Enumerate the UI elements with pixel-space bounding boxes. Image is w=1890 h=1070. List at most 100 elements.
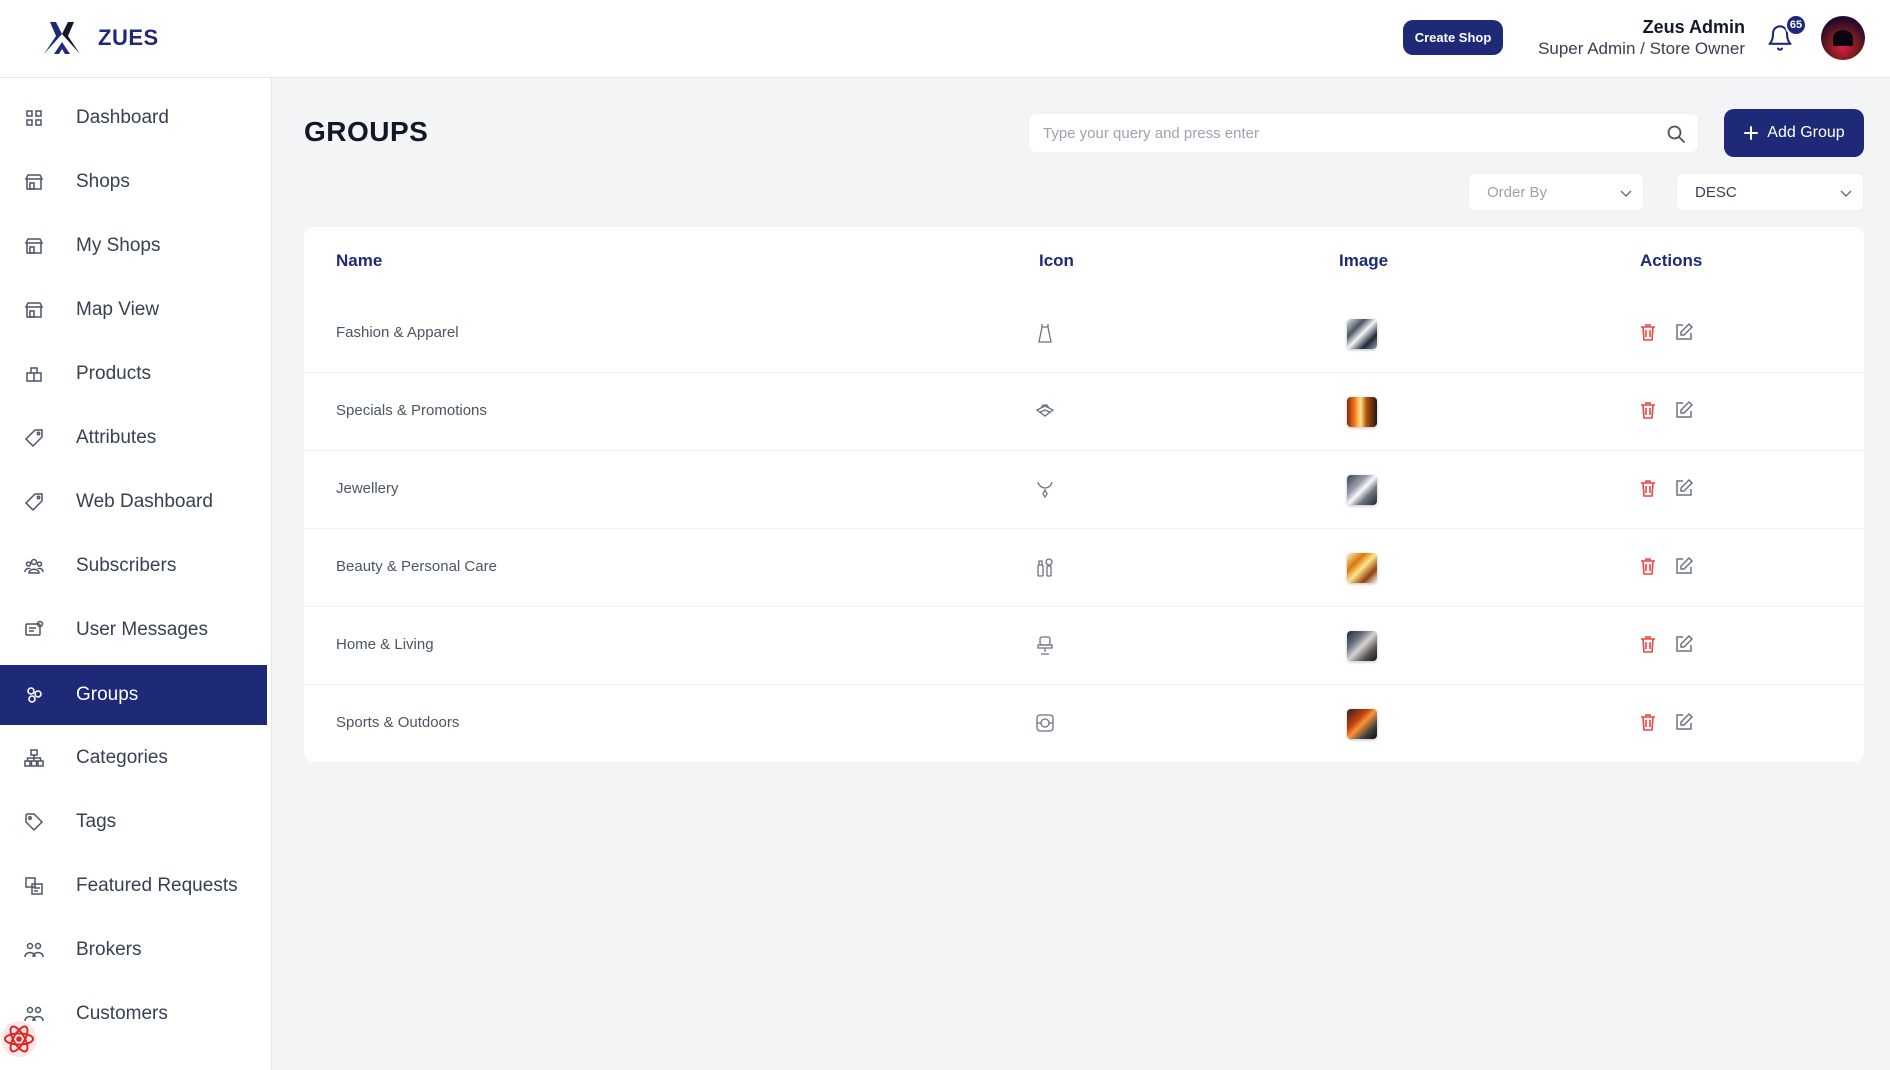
sidebar-item-label: Attributes: [76, 427, 157, 448]
logo[interactable]: ZUES: [40, 16, 159, 60]
groups-table: Name Icon Image Actions Fashion & Appare…: [304, 227, 1864, 762]
sidebar-item-label: User Messages: [76, 619, 208, 640]
groups-icon: [27, 687, 42, 703]
sidebar-item-label: Web Dashboard: [76, 491, 213, 512]
user-info[interactable]: Zeus Admin Super Admin / Store Owner: [1538, 16, 1745, 60]
column-header-name[interactable]: Name: [336, 251, 382, 271]
sidebar-item-categories[interactable]: Categories: [0, 728, 267, 788]
sidebar-item-products[interactable]: Products: [0, 344, 267, 404]
dress-icon: [1038, 324, 1052, 343]
order-direction-value: DESC: [1695, 184, 1737, 201]
sidebar-item-groups[interactable]: Groups: [0, 665, 267, 725]
sidebar-item-my-shops[interactable]: My Shops: [0, 216, 267, 276]
trash-icon[interactable]: [1638, 478, 1658, 498]
user-name: Zeus Admin: [1642, 17, 1745, 37]
chevron-down-icon: [1620, 190, 1632, 198]
hierarchy-icon: [24, 749, 44, 767]
sidebar-item-customers[interactable]: Customers: [0, 984, 267, 1044]
zues-logo-icon: [44, 22, 80, 54]
brand-name: ZUES: [98, 25, 159, 50]
table-row: Home & Living: [304, 607, 1864, 685]
column-header-image[interactable]: Image: [1339, 251, 1388, 271]
table-row: Jewellery: [304, 451, 1864, 529]
necklace-icon: [1037, 481, 1053, 499]
group-name: Fashion & Apparel: [336, 324, 459, 341]
user-role: Super Admin / Store Owner: [1538, 39, 1745, 58]
tag-icon: [24, 429, 43, 448]
sidebar-item-web-dashboard[interactable]: Web Dashboard: [0, 472, 267, 532]
group-image[interactable]: [1347, 631, 1377, 661]
search-box: [1028, 113, 1699, 153]
sidebar-item-label: Brokers: [76, 939, 142, 960]
group-image[interactable]: [1347, 319, 1377, 349]
sidebar-item-label: Customers: [76, 1003, 168, 1024]
trash-icon[interactable]: [1638, 634, 1658, 654]
group-name: Specials & Promotions: [336, 402, 487, 419]
notification-badge: 65: [1785, 14, 1807, 36]
sidebar-item-featured-requests[interactable]: Featured Requests: [0, 856, 267, 916]
sidebar-item-map-view[interactable]: Map View: [0, 280, 267, 340]
create-shop-button[interactable]: Create Shop: [1403, 20, 1503, 55]
table-row: Fashion & Apparel: [304, 295, 1864, 373]
column-header-icon[interactable]: Icon: [1039, 251, 1074, 271]
add-group-button[interactable]: Add Group: [1724, 109, 1864, 157]
sidebar-item-label: My Shops: [76, 235, 161, 256]
sidebar-item-brokers[interactable]: Brokers: [0, 920, 267, 980]
search-icon[interactable]: [1666, 124, 1686, 144]
sidebar-item-user-messages[interactable]: User Messages: [0, 600, 267, 660]
sidebar-item-label: Dashboard: [76, 107, 169, 128]
order-direction-select[interactable]: DESC: [1676, 173, 1864, 211]
sidebar-item-subscribers[interactable]: Subscribers: [0, 536, 267, 596]
group-image[interactable]: [1347, 397, 1377, 427]
tag-outline-icon: [25, 813, 44, 832]
edit-icon[interactable]: [1674, 712, 1694, 732]
group-name: Home & Living: [336, 636, 434, 653]
edit-icon[interactable]: [1674, 634, 1694, 654]
edit-icon[interactable]: [1674, 400, 1694, 420]
sidebar-item-tags[interactable]: Tags: [0, 792, 267, 852]
page-title: GROUPS: [304, 116, 429, 147]
trash-icon[interactable]: [1638, 712, 1658, 732]
chair-icon: [1037, 636, 1053, 655]
grid-icon: [26, 110, 42, 126]
edit-icon[interactable]: [1674, 322, 1694, 342]
sidebar-item-label: Tags: [76, 811, 117, 832]
search-input[interactable]: [1043, 114, 1643, 152]
sidebar-item-label: Map View: [76, 299, 160, 320]
featured-icon: [25, 877, 43, 895]
react-devtools-icon[interactable]: [0, 1020, 38, 1058]
trash-icon[interactable]: [1638, 322, 1658, 342]
edit-icon[interactable]: [1674, 556, 1694, 576]
order-by-value: Order By: [1487, 184, 1548, 201]
sidebar-item-dashboard[interactable]: Dashboard: [0, 88, 267, 148]
avatar[interactable]: [1821, 16, 1865, 60]
group-image[interactable]: [1347, 709, 1377, 739]
beauty-icon: [1037, 558, 1053, 577]
store-icon: [24, 174, 44, 190]
table-row: Specials & Promotions: [304, 373, 1864, 451]
tag-icon: [24, 493, 43, 512]
trash-icon[interactable]: [1638, 400, 1658, 420]
top-bar: ZUES Create Shop Zeus Admin Super Admin …: [0, 0, 1890, 78]
plus-icon: [1744, 126, 1759, 140]
sidebar-item-label: Products: [76, 363, 151, 384]
group-image[interactable]: [1347, 475, 1377, 505]
sidebar-item-shops[interactable]: Shops: [0, 152, 267, 212]
edit-icon[interactable]: [1674, 478, 1694, 498]
sports-icon: [1036, 714, 1054, 732]
group-name: Jewellery: [336, 480, 399, 497]
sidebar-item-attributes[interactable]: Attributes: [0, 408, 267, 468]
sidebar-item-label: Shops: [76, 171, 130, 192]
message-icon: [25, 620, 44, 636]
order-by-select[interactable]: Order By: [1468, 173, 1644, 211]
promo-icon: [1035, 404, 1055, 417]
products-icon: [26, 367, 42, 382]
store-icon: [24, 238, 44, 254]
store-icon: [24, 302, 44, 318]
people-icon: [24, 942, 44, 958]
group-image[interactable]: [1347, 553, 1377, 583]
table-row: Beauty & Personal Care: [304, 529, 1864, 607]
trash-icon[interactable]: [1638, 556, 1658, 576]
sidebar: Dashboard Shops My Shops Map View Produc…: [0, 78, 272, 1070]
sidebar-item-label: Categories: [76, 747, 168, 768]
